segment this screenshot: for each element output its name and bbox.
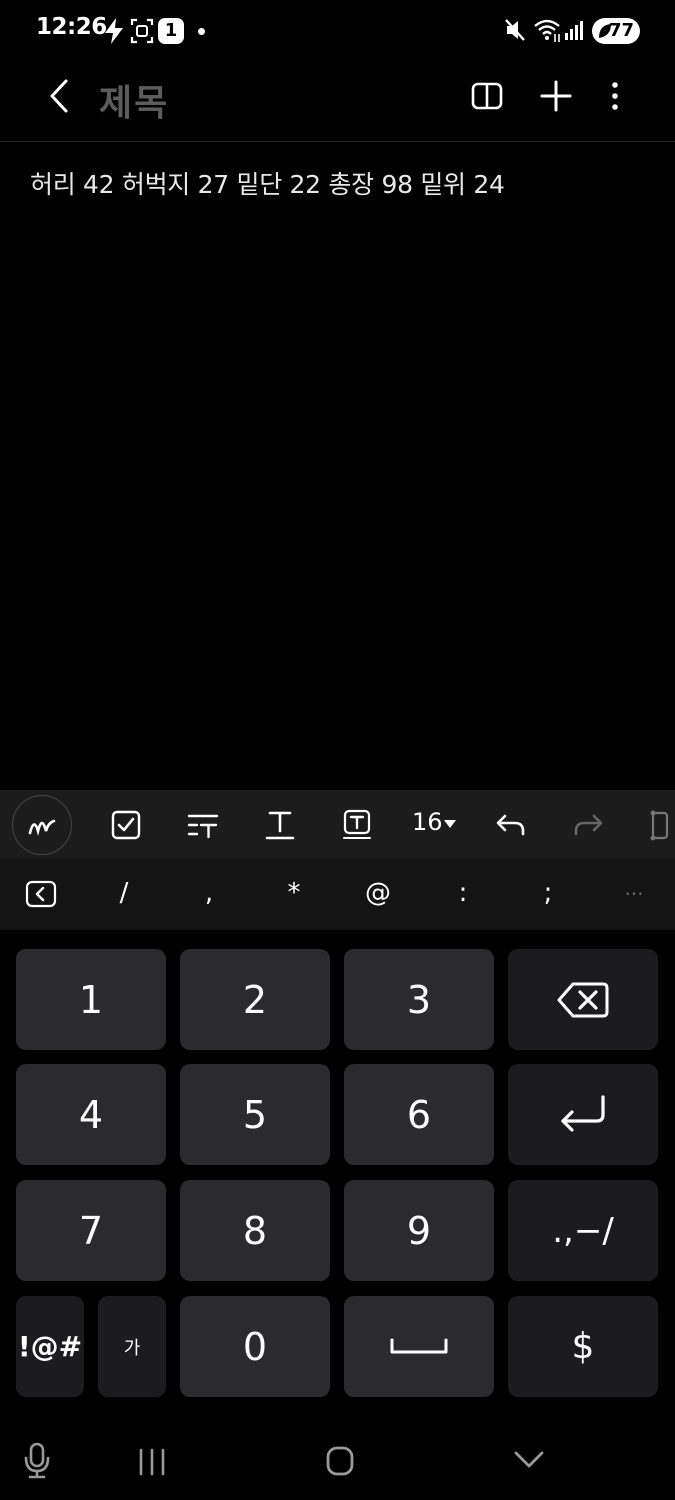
symbol-key[interactable]: @ xyxy=(358,878,398,908)
add-icon[interactable] xyxy=(539,79,573,113)
symbol-key[interactable]: * xyxy=(274,878,314,908)
space-bar-icon xyxy=(390,1338,448,1353)
symbol-more-button[interactable]: ··· xyxy=(614,882,654,906)
wifi-icon xyxy=(534,19,560,42)
app-bar-divider xyxy=(0,141,675,142)
notification-dot xyxy=(198,28,205,35)
undo-icon[interactable] xyxy=(494,808,528,842)
text-box-icon[interactable] xyxy=(340,808,374,842)
language-key[interactable]: 가 xyxy=(98,1296,166,1397)
font-size-dropdown-icon xyxy=(444,820,456,828)
hide-keyboard-icon[interactable] xyxy=(512,1442,546,1480)
screen-capture-icon xyxy=(130,18,154,44)
symbols-key[interactable]: !@# xyxy=(16,1296,84,1397)
enter-key[interactable] xyxy=(508,1064,658,1165)
sim-badge: 1 xyxy=(158,18,184,44)
symbol-key[interactable]: ; xyxy=(528,878,568,908)
checkbox-icon[interactable] xyxy=(109,808,143,842)
redo-icon[interactable] xyxy=(571,808,605,842)
key-9[interactable]: 9 xyxy=(344,1180,494,1281)
reader-mode-icon[interactable] xyxy=(470,80,504,112)
symbol-key[interactable]: , xyxy=(189,878,229,908)
key-1[interactable]: 1 xyxy=(16,949,166,1050)
symbol-row xyxy=(0,858,675,930)
pen-icon xyxy=(28,819,56,837)
key-0[interactable]: 0 xyxy=(180,1296,330,1397)
bolt-icon xyxy=(105,18,123,44)
more-icon[interactable] xyxy=(604,80,626,112)
note-body-text[interactable]: 허리 42 허벅지 27 밑단 22 총장 98 밑위 24 xyxy=(30,165,505,201)
backspace-key[interactable] xyxy=(508,949,658,1050)
key-5[interactable]: 5 xyxy=(180,1064,330,1165)
signal-icon xyxy=(565,21,583,40)
key-7[interactable]: 7 xyxy=(16,1180,166,1281)
symbol-back-icon[interactable] xyxy=(25,879,57,909)
note-title[interactable]: 제목 xyxy=(99,74,169,126)
key-2[interactable]: 2 xyxy=(180,949,330,1050)
text-style-icon[interactable] xyxy=(186,808,220,842)
key-4[interactable]: 4 xyxy=(16,1064,166,1165)
status-time: 12:26 xyxy=(36,14,107,40)
punctuation-key[interactable]: .,−/ xyxy=(508,1180,658,1281)
currency-key[interactable]: $ xyxy=(508,1296,658,1397)
symbol-key[interactable]: : xyxy=(443,878,483,908)
back-icon[interactable] xyxy=(44,78,74,114)
underline-text-icon[interactable] xyxy=(263,808,297,842)
more-tools-icon[interactable] xyxy=(644,808,675,842)
recent-apps-icon[interactable] xyxy=(137,1442,167,1480)
key-3[interactable]: 3 xyxy=(344,949,494,1050)
symbol-key[interactable]: / xyxy=(104,878,144,908)
battery-saver-leaf-icon xyxy=(599,24,611,38)
space-key[interactable] xyxy=(344,1296,494,1397)
key-6[interactable]: 6 xyxy=(344,1064,494,1165)
key-8[interactable]: 8 xyxy=(180,1180,330,1281)
backspace-icon xyxy=(557,982,609,1017)
home-icon[interactable] xyxy=(324,1442,356,1480)
font-size-selector[interactable]: 16 xyxy=(412,808,443,836)
mute-icon xyxy=(505,19,525,41)
mic-icon[interactable] xyxy=(22,1442,52,1480)
enter-icon xyxy=(561,1094,605,1132)
